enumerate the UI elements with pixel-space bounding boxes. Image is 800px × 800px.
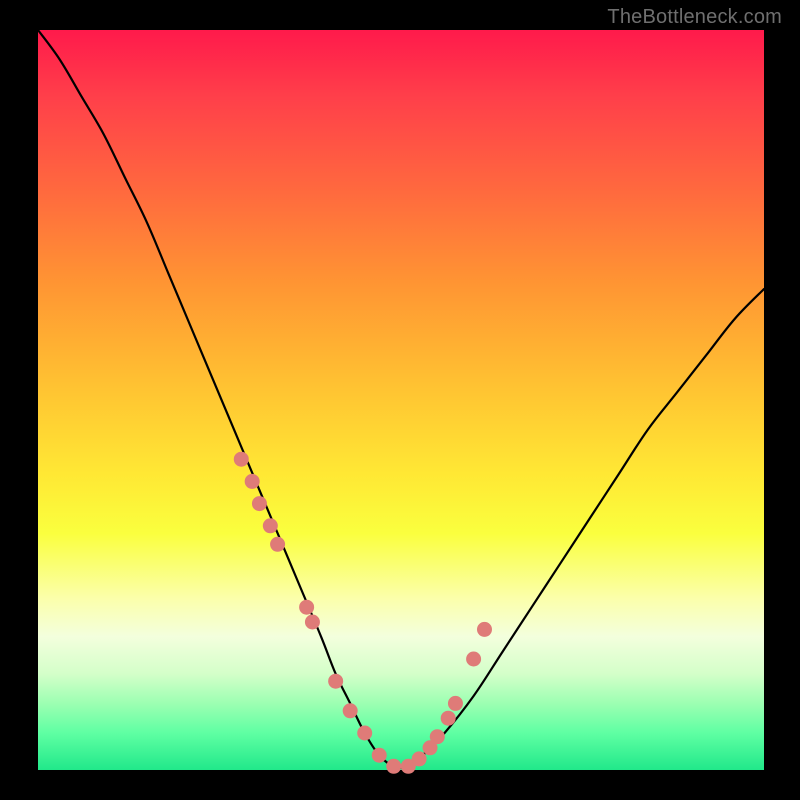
watermark-text: TheBottleneck.com [607,6,782,29]
highlight-point [328,674,343,689]
highlight-points [234,452,492,774]
highlight-point [343,703,358,718]
highlight-point [270,537,285,552]
highlight-point [441,711,456,726]
highlight-point [234,452,249,467]
highlight-point [357,726,372,741]
highlight-point [412,751,427,766]
highlight-point [252,496,267,511]
highlight-point [299,600,314,615]
highlight-point [466,652,481,667]
plot-area [38,30,764,770]
highlight-point [245,474,260,489]
highlight-point [448,696,463,711]
highlight-point [263,518,278,533]
chart-frame: TheBottleneck.com [0,0,800,800]
highlight-point [477,622,492,637]
bottleneck-curve [38,30,764,768]
highlight-point [372,748,387,763]
highlight-point [305,615,320,630]
highlight-point [386,759,401,774]
chart-svg [38,30,764,770]
highlight-point [430,729,445,744]
